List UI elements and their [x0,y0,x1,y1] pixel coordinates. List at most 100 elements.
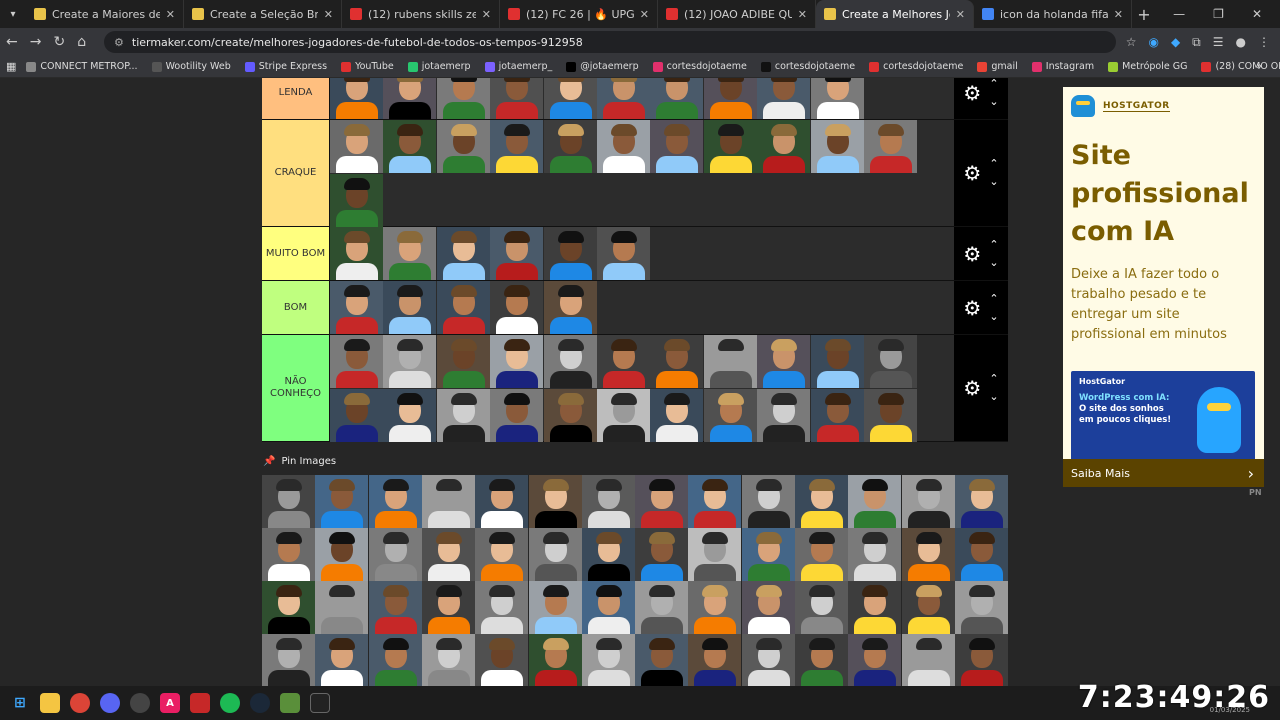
ad-cta-button[interactable]: Saiba Mais › [1063,459,1264,487]
bookmark-item[interactable]: Instagram [1031,61,1094,72]
player-image[interactable] [741,475,795,528]
player-image[interactable] [436,227,490,280]
player-image[interactable] [543,335,597,388]
player-image[interactable] [421,475,475,528]
tier-label[interactable]: CRAQUE [262,120,330,226]
bookmark-item[interactable]: @jotaemerp [566,61,639,72]
player-image[interactable] [490,227,544,280]
bookmark-item[interactable]: cortesdojotaeme [869,61,963,72]
player-image[interactable] [810,388,864,442]
bookmark-item[interactable]: (28) COMO ORGANI... [1201,61,1280,72]
player-image[interactable] [864,388,917,442]
player-image[interactable] [262,475,315,528]
player-image[interactable] [581,634,635,686]
gear-icon[interactable]: ⚙ [963,376,981,400]
player-image[interactable] [901,634,955,686]
reload-icon[interactable]: ↻ [53,34,65,50]
player-image[interactable] [810,120,864,173]
reading-list-icon[interactable]: ☰ [1213,35,1224,49]
player-image[interactable] [543,120,597,173]
player-image[interactable] [703,335,757,388]
app-icon[interactable] [130,693,150,713]
player-image[interactable] [436,120,490,173]
player-image[interactable] [421,634,475,686]
player-image[interactable] [597,78,650,119]
gear-icon[interactable]: ⚙ [963,242,981,266]
player-image[interactable] [383,227,437,280]
gear-icon[interactable]: ⚙ [963,81,981,105]
browser-tab[interactable]: (12) JOAO ADIBE QUER O FIM (✕ [658,0,816,28]
new-tab-button[interactable]: + [1132,5,1156,24]
player-image[interactable] [383,281,437,334]
player-image[interactable] [436,388,490,442]
player-image[interactable] [688,528,742,581]
discord-icon[interactable] [100,693,120,713]
app-icon[interactable] [310,693,330,713]
player-image[interactable] [597,120,650,173]
player-image[interactable] [330,335,383,388]
player-image[interactable] [650,388,704,442]
player-image[interactable] [490,281,544,334]
home-icon[interactable]: ⌂ [77,34,86,50]
player-image[interactable] [581,581,635,634]
steam-icon[interactable] [250,693,270,713]
advertisement[interactable]: HOSTGATOR Site profissional com IA Deixe… [1063,87,1264,487]
player-image[interactable] [383,335,437,388]
player-image[interactable] [368,528,422,581]
browser-tab[interactable]: (12) FC 26 | 🔥 UPGRADE FANT ✕ [500,0,658,28]
player-image[interactable] [528,528,582,581]
ad-banner[interactable]: HostGator WordPress com IA: O site dos s… [1071,371,1255,467]
player-image[interactable] [528,634,582,686]
player-image[interactable] [864,120,917,173]
player-image[interactable] [757,388,811,442]
close-tab-icon[interactable]: ✕ [482,8,491,21]
app-icon[interactable] [190,693,210,713]
browser-tab[interactable]: Create a Maiores de Cada Estad ✕ [26,0,184,28]
player-image[interactable] [436,78,490,119]
player-image[interactable] [436,335,490,388]
close-tab-icon[interactable]: ✕ [798,8,807,21]
player-image[interactable] [703,78,757,119]
player-image[interactable] [757,120,811,173]
close-tab-icon[interactable]: ✕ [640,8,649,21]
player-image[interactable] [901,581,955,634]
minimize-icon[interactable]: — [1173,7,1185,21]
player-image[interactable] [315,634,369,686]
tier-items[interactable] [330,227,954,280]
move-down-icon[interactable]: ⌄ [989,308,998,326]
player-image[interactable] [954,528,1008,581]
bookmark-item[interactable]: YouTube [341,61,394,72]
player-image[interactable] [581,528,635,581]
player-image[interactable] [810,335,864,388]
spotify-icon[interactable] [220,693,240,713]
forward-icon[interactable]: → [30,34,42,50]
player-image[interactable] [315,475,369,528]
player-image[interactable] [543,281,597,334]
player-image[interactable] [436,281,490,334]
player-image[interactable] [954,475,1008,528]
windows-start-icon[interactable]: ⊞ [10,693,30,713]
apps-icon[interactable]: ▦ [6,60,16,73]
restore-icon[interactable]: ❐ [1213,7,1224,21]
player-image[interactable] [741,528,795,581]
player-image[interactable] [475,634,529,686]
player-image[interactable] [848,581,902,634]
player-image[interactable] [581,475,635,528]
extension-icon[interactable]: ◆ [1171,35,1180,49]
close-window-icon[interactable]: ✕ [1252,7,1262,21]
more-bookmarks-icon[interactable]: » [1256,61,1262,72]
bookmark-item[interactable]: gmail [977,61,1018,72]
player-image[interactable] [475,581,529,634]
player-image[interactable] [795,475,848,528]
player-image[interactable] [757,78,811,119]
move-down-icon[interactable]: ⌄ [989,173,998,191]
player-image[interactable] [315,581,369,634]
player-image[interactable] [795,634,848,686]
site-info-icon[interactable]: ⚙ [114,36,124,49]
bookmark-item[interactable]: Metrópole GG [1108,61,1187,72]
menu-icon[interactable]: ⋮ [1258,35,1270,49]
tier-label[interactable]: LENDA [262,78,330,119]
player-image[interactable] [597,388,650,442]
player-image[interactable] [528,475,582,528]
player-image[interactable] [262,528,315,581]
